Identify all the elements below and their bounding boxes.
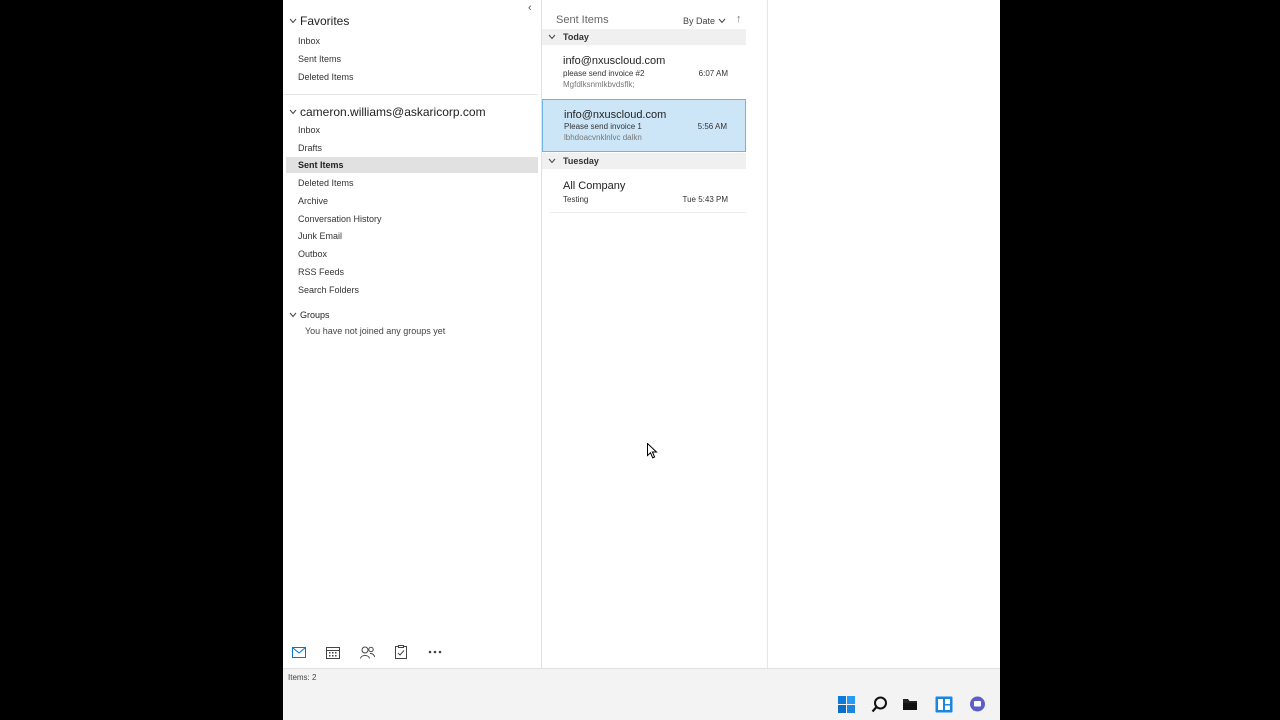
- chevron-down-icon: [289, 107, 299, 117]
- favorites-label: Favorites: [300, 14, 350, 28]
- message-item[interactable]: info@nxuscloud.com please send invoice #…: [542, 46, 746, 98]
- folder-search-folders[interactable]: Search Folders: [298, 282, 359, 298]
- windows-start-icon[interactable]: [837, 695, 855, 713]
- folder-inbox[interactable]: Inbox: [298, 122, 320, 138]
- account-header[interactable]: cameron.williams@askaricorp.com: [289, 103, 486, 121]
- tasks-icon[interactable]: [393, 644, 409, 660]
- group-label: Today: [563, 32, 589, 42]
- mouse-cursor-icon: [647, 442, 658, 464]
- message-divider: [550, 212, 746, 213]
- message-preview: lbhdoacvnklnlvc dalkn: [564, 133, 642, 142]
- folder-rss-feeds[interactable]: RSS Feeds: [298, 264, 344, 280]
- chevron-down-icon: [548, 32, 558, 42]
- widgets-icon[interactable]: [935, 695, 953, 713]
- folder-pane: ‹ Favorites Inbox Sent Items Deleted Ite…: [283, 0, 541, 668]
- sort-direction-icon[interactable]: ↑: [736, 13, 742, 25]
- message-list-title: Sent Items: [556, 14, 609, 26]
- more-icon[interactable]: [427, 644, 443, 660]
- groups-label: Groups: [300, 310, 330, 320]
- favorites-header[interactable]: Favorites: [289, 12, 349, 30]
- chevron-down-icon: [289, 310, 299, 320]
- group-header-today[interactable]: Today: [542, 29, 746, 45]
- folder-archive[interactable]: Archive: [298, 193, 328, 209]
- sort-by-button[interactable]: By Date: [683, 16, 726, 26]
- message-sender: info@nxuscloud.com: [563, 55, 666, 67]
- message-item[interactable]: All Company Testing Tue 5:43 PM: [542, 170, 746, 212]
- folder-sent-items[interactable]: Sent Items: [286, 157, 538, 173]
- module-nav-bar: [283, 638, 541, 666]
- message-item-selected[interactable]: info@nxuscloud.com Please send invoice 1…: [542, 99, 746, 152]
- favorites-item-inbox[interactable]: Inbox: [298, 33, 320, 49]
- folder-deleted-items[interactable]: Deleted Items: [298, 175, 354, 191]
- folder-outbox[interactable]: Outbox: [298, 246, 327, 262]
- message-time: 5:56 AM: [697, 122, 727, 131]
- groups-empty-message: You have not joined any groups yet: [305, 326, 446, 336]
- message-sender: info@nxuscloud.com: [564, 109, 667, 121]
- chevron-down-icon: [718, 16, 726, 26]
- folder-drafts[interactable]: Drafts: [298, 140, 322, 156]
- account-label: cameron.williams@askaricorp.com: [300, 105, 486, 119]
- taskbar: [283, 687, 1000, 720]
- chevron-down-icon: [289, 16, 299, 26]
- outlook-window: ‹ Favorites Inbox Sent Items Deleted Ite…: [283, 0, 1000, 720]
- message-subject: please send invoice #2: [563, 69, 645, 78]
- message-preview: Mgfdlksnmlkbvdsflk;: [563, 80, 635, 89]
- favorites-item-deleted-items[interactable]: Deleted Items: [298, 69, 354, 85]
- calendar-icon[interactable]: [325, 644, 341, 660]
- item-count: Items: 2: [288, 673, 317, 682]
- chat-icon[interactable]: [968, 695, 986, 713]
- file-explorer-icon[interactable]: [901, 695, 919, 713]
- group-label: Tuesday: [563, 156, 599, 166]
- mail-icon[interactable]: [291, 644, 307, 660]
- message-time: 6:07 AM: [698, 69, 728, 78]
- message-list: Sent Items By Date ↑ Today info@nxusclou…: [542, 0, 746, 668]
- message-sender: All Company: [563, 180, 626, 192]
- sort-label: By Date: [683, 16, 716, 26]
- message-subject: Testing: [563, 195, 589, 204]
- status-bar: Items: 2: [283, 668, 1000, 687]
- people-icon[interactable]: [359, 644, 375, 660]
- folder-junk-email[interactable]: Junk Email: [298, 228, 342, 244]
- reading-pane: [768, 0, 1000, 668]
- groups-header[interactable]: Groups: [289, 306, 330, 324]
- search-icon[interactable]: [870, 695, 888, 713]
- chevron-down-icon: [548, 156, 558, 166]
- favorites-item-sent-items[interactable]: Sent Items: [298, 51, 341, 67]
- message-time: Tue 5:43 PM: [682, 195, 728, 204]
- section-divider: [283, 94, 538, 95]
- group-header-tuesday[interactable]: Tuesday: [542, 153, 746, 169]
- message-subject: Please send invoice 1: [564, 122, 642, 131]
- collapse-folder-pane-button[interactable]: ‹: [528, 2, 532, 14]
- folder-conversation-history[interactable]: Conversation History: [298, 211, 382, 227]
